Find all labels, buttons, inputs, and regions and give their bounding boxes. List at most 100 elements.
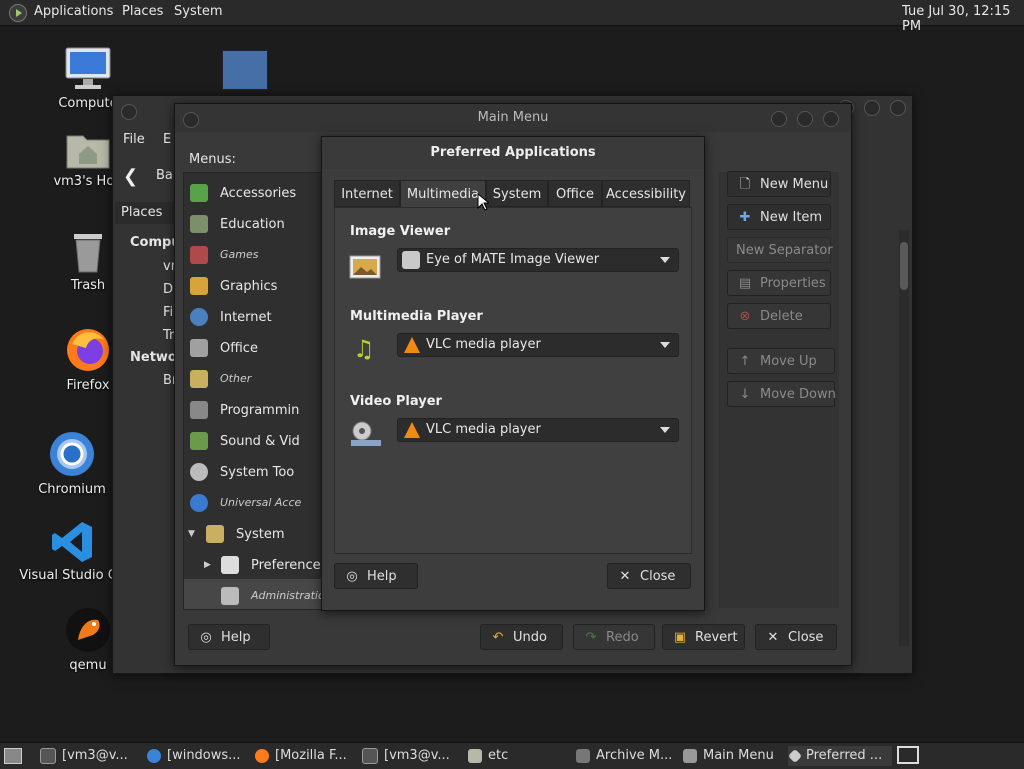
preferences-icon	[221, 556, 239, 574]
plus-icon: ✚	[739, 210, 751, 225]
close-icon[interactable]	[823, 111, 839, 127]
menu-item-programming[interactable]: Programmin	[190, 401, 299, 419]
menu-item-games[interactable]: Games	[190, 246, 258, 264]
tab-internet[interactable]: Internet	[334, 180, 400, 207]
task-preferred-applications[interactable]: Preferred ...	[788, 746, 892, 766]
close-x-icon: ✕	[619, 569, 631, 584]
tab-office[interactable]: Office	[548, 180, 602, 207]
sidebar-item-trash[interactable]: Tr	[163, 328, 174, 343]
dialog-help-button[interactable]: ◎ Help	[334, 563, 418, 589]
vscode-icon	[52, 522, 92, 562]
task-firefox[interactable]: [Mozilla F...	[255, 746, 357, 766]
task-terminal-1[interactable]: [vm3@v...	[40, 746, 140, 766]
qemu-icon	[66, 608, 110, 652]
help-button[interactable]: ◎ Help	[188, 624, 270, 650]
mate-logo-icon[interactable]	[9, 4, 27, 22]
close-icon[interactable]	[890, 100, 906, 116]
task-chromium[interactable]: [windows...	[147, 746, 253, 766]
maximize-icon[interactable]	[797, 111, 813, 127]
taskbar: [vm3@v... [windows... [Mozilla F... [vm3…	[0, 742, 1024, 769]
menu-item-administration[interactable]: Administration	[221, 587, 326, 605]
other-icon	[190, 370, 208, 388]
menu-item-other[interactable]: Other	[190, 370, 251, 388]
places-menu[interactable]: Places	[122, 4, 163, 19]
window-menu-icon[interactable]	[121, 104, 137, 120]
menu-item-sound-video[interactable]: Sound & Vid	[190, 432, 300, 450]
menu-editor-icon	[683, 748, 697, 763]
games-icon	[190, 246, 208, 264]
firefox-icon	[67, 329, 109, 371]
menu-item-system[interactable]: System	[206, 525, 284, 543]
menus-tree[interactable]: Accessories Education Games Graphics Int…	[183, 172, 327, 610]
chromium-icon	[147, 748, 161, 763]
menu-item-internet[interactable]: Internet	[190, 308, 272, 326]
home-folder-icon	[66, 135, 110, 169]
delete-button[interactable]: ⊗ Delete	[727, 303, 831, 329]
desktop-vscode[interactable]: Visual Studio Co	[17, 520, 127, 583]
sidebar-item-filesystem[interactable]: Fi	[163, 305, 173, 320]
administration-icon	[221, 587, 239, 605]
desktop-window-thumbnail-icon[interactable]	[222, 50, 268, 90]
new-separator-button[interactable]: New Separator	[727, 237, 833, 263]
multimedia-player-select[interactable]: VLC media player	[397, 333, 679, 357]
revert-button[interactable]: ▣ Revert	[662, 624, 745, 650]
menu-item-universal-access[interactable]: Universal Acce	[190, 494, 301, 512]
dialog-titlebar[interactable]: Preferred Applications	[322, 137, 704, 169]
collapsed-arrow-icon[interactable]: ▶	[204, 560, 211, 570]
maximize-icon[interactable]	[864, 100, 880, 116]
system-menu[interactable]: System	[174, 4, 222, 19]
preferred-applications-dialog: Preferred Applications Internet Multimed…	[321, 136, 705, 611]
dialog-close-button[interactable]: ✕ Close	[607, 563, 691, 589]
move-up-button[interactable]: ↑ Move Up	[727, 348, 835, 374]
menu-item-office[interactable]: Office	[190, 339, 258, 357]
menu-item-preferences[interactable]: Preferences	[221, 556, 326, 574]
task-archive-manager[interactable]: Archive M...	[576, 746, 676, 766]
back-button-label[interactable]: Ba	[156, 168, 173, 183]
window-menu-icon[interactable]	[183, 112, 199, 128]
tab-system[interactable]: System	[486, 180, 548, 207]
properties-button[interactable]: ▤ Properties	[727, 270, 831, 296]
help-icon: ◎	[200, 630, 212, 645]
scrollbar-thumb[interactable]	[900, 242, 908, 290]
task-main-menu[interactable]: Main Menu	[683, 746, 783, 766]
close-button[interactable]: ✕ Close	[755, 624, 837, 650]
sidebar-item-desktop[interactable]: D	[163, 282, 173, 297]
new-menu-button[interactable]: 🗋 New Menu	[727, 171, 831, 197]
tab-accessibility[interactable]: Accessibility	[602, 180, 690, 207]
expanded-arrow-icon[interactable]: ▼	[188, 529, 195, 539]
properties-icon: ▤	[738, 276, 752, 291]
clock[interactable]: Tue Jul 30, 12:15 PM	[902, 4, 1024, 34]
new-item-button[interactable]: ✚ New Item	[727, 204, 831, 230]
menu-item-graphics[interactable]: Graphics	[190, 277, 277, 295]
back-arrow-icon[interactable]: ❮	[123, 166, 138, 187]
main-menu-titlebar[interactable]: Main Menu	[175, 104, 851, 132]
menu-item-accessories[interactable]: Accessories	[190, 184, 296, 202]
move-down-button[interactable]: ↓ Move Down	[727, 381, 836, 407]
chromium-icon	[50, 432, 94, 476]
new-menu-icon: 🗋	[739, 177, 751, 192]
tab-multimedia[interactable]: Multimedia	[400, 180, 486, 209]
workspace-switcher[interactable]	[897, 746, 919, 764]
menu-item-system-tools[interactable]: System Too	[190, 463, 294, 481]
image-viewer-icon	[349, 255, 381, 279]
desktop-chromium[interactable]: Chromium	[17, 430, 127, 497]
edit-menu[interactable]: E	[163, 132, 171, 147]
task-terminal-2[interactable]: [vm3@v...	[362, 746, 464, 766]
applications-menu[interactable]: Applications	[34, 4, 113, 19]
menu-item-education[interactable]: Education	[190, 215, 285, 233]
folder-icon	[468, 748, 482, 763]
video-player-select[interactable]: VLC media player	[397, 418, 679, 442]
redo-button[interactable]: ↷ Redo	[573, 624, 655, 650]
items-scrollbar[interactable]	[899, 230, 909, 646]
minimize-icon[interactable]	[771, 111, 787, 127]
multimedia-player-label: Multimedia Player	[350, 309, 483, 324]
task-etc-folder[interactable]: etc	[468, 746, 568, 766]
tab-bar: Internet Multimedia System Office Access…	[334, 180, 692, 210]
places-selector[interactable]: Places	[115, 202, 181, 224]
show-desktop-icon[interactable]	[4, 748, 22, 764]
chevron-down-icon	[660, 427, 670, 433]
multimedia-tab-panel: Image Viewer Eye of MATE Image Viewer Mu…	[334, 207, 692, 554]
undo-button[interactable]: ↶ Undo	[480, 624, 563, 650]
file-menu[interactable]: File	[123, 132, 145, 147]
image-viewer-select[interactable]: Eye of MATE Image Viewer	[397, 248, 679, 272]
